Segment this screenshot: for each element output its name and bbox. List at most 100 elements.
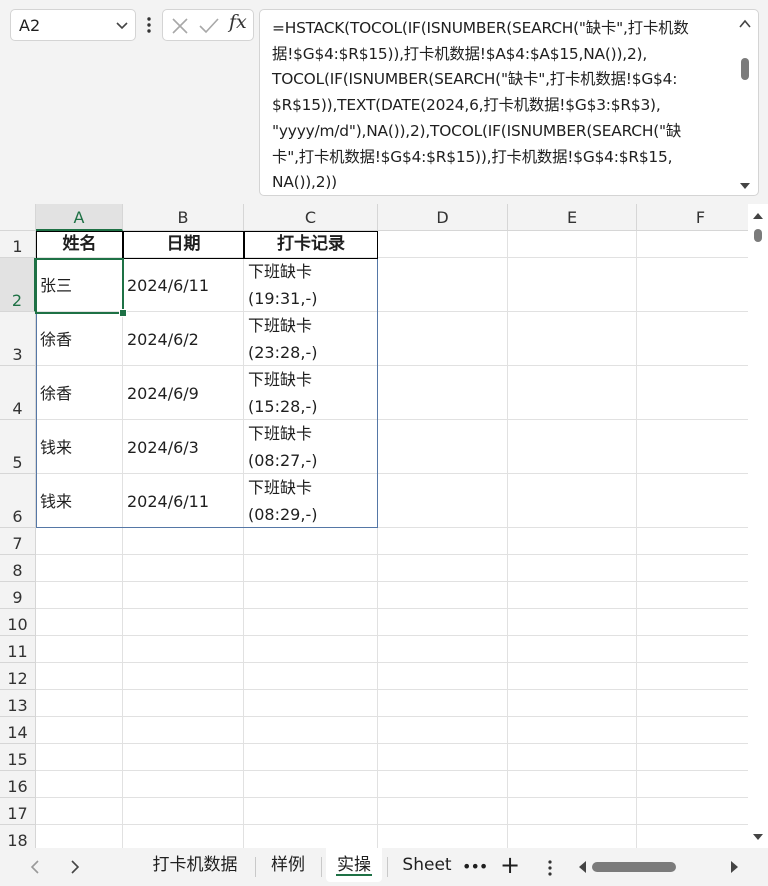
column-header-f[interactable]: F [637,204,765,231]
vertical-scrollbar[interactable] [748,204,768,848]
row-header-5[interactable]: 5 [0,420,36,474]
select-all-corner[interactable] [0,204,36,231]
scroll-left-icon[interactable] [577,860,587,874]
scroll-right-icon[interactable] [730,860,740,874]
header-separator [122,231,124,259]
gridline [36,743,748,744]
horizontal-scrollbar-thumb[interactable] [592,862,676,872]
cell-c2[interactable]: 下班缺卡 (19:31,-) [244,258,378,312]
row-header-6[interactable]: 6 [0,474,36,528]
previous-sheet-icon[interactable] [30,859,40,875]
sheet-tab-data[interactable]: 打卡机数据 [140,848,250,882]
gridline [36,608,748,609]
formula-line: "yyyy/m/d"),NA()),2),TOCOL(IF(ISNUMBER(S… [272,121,682,140]
gridline [36,662,748,663]
row-header-16[interactable]: 16 [0,771,36,798]
cell-b5[interactable]: 2024/6/3 [123,420,244,474]
cell-b2[interactable]: 2024/6/11 [123,258,244,312]
row-header-2[interactable]: 2 [0,258,36,312]
formula-action-buttons: fx [162,9,254,41]
gridline [636,231,637,848]
scroll-up-icon[interactable] [752,211,764,221]
tab-divider [387,857,388,877]
gridline [36,635,748,636]
scroll-down-icon[interactable] [739,181,751,191]
vertical-scrollbar-thumb[interactable] [754,229,762,242]
cell-a2[interactable]: 张三 [36,258,123,312]
row-header-11[interactable]: 11 [0,636,36,663]
cell-b6[interactable]: 2024/6/11 [123,474,244,528]
column-header-c[interactable]: C [244,204,378,231]
formula-scrollbar-thumb[interactable] [741,58,749,80]
more-sheets-button[interactable]: ••• [462,857,488,876]
gridline [36,716,748,717]
formula-input[interactable]: =HSTACK(TOCOL(IF(ISNUMBER(SEARCH("缺卡",打卡… [259,9,759,196]
scroll-down-icon[interactable] [752,832,764,842]
formula-text[interactable]: =HSTACK(TOCOL(IF(ISNUMBER(SEARCH("缺卡",打卡… [272,16,724,196]
gridline [507,231,508,848]
row-header-10[interactable]: 10 [0,609,36,636]
cell-c3[interactable]: 下班缺卡 (23:28,-) [244,312,378,366]
cell-a4[interactable]: 徐香 [36,366,123,420]
formula-bar-area: A2 fx =HSTACK(TOCOL(IF(ISNUMBER(SEARCH("… [0,0,768,204]
formula-line: $R$15)),TEXT(DATE(2024,6,打卡机数据!$G$3:$R$3… [272,96,661,115]
sheet-tab-example[interactable]: 样例 [260,848,316,882]
cell-c4[interactable]: 下班缺卡 (15:28,-) [244,366,378,420]
formula-line: NA()),2)) [272,173,337,192]
confirm-check-icon[interactable] [199,17,219,35]
formula-line: TOCOL(IF(ISNUMBER(SEARCH("缺卡",打卡机数据!$G$4… [272,70,678,89]
next-sheet-icon[interactable] [70,859,80,875]
row-header-4[interactable]: 4 [0,366,36,420]
tab-divider [321,857,322,877]
chevron-down-icon[interactable] [115,17,129,33]
formula-line: =HSTACK(TOCOL(IF(ISNUMBER(SEARCH("缺卡",打卡… [272,19,689,37]
name-box[interactable]: A2 [10,9,136,41]
more-vertical-icon[interactable] [546,858,554,878]
more-vertical-icon[interactable] [143,13,155,37]
cell-b1[interactable]: 日期 [123,231,244,258]
cell-c5[interactable]: 下班缺卡 (08:27,-) [244,420,378,474]
cell-a3[interactable]: 徐香 [36,312,123,366]
row-header-3[interactable]: 3 [0,312,36,366]
gridline [36,797,748,798]
header-separator [243,231,245,259]
name-box-value: A2 [19,16,41,35]
active-tab-indicator [336,874,372,876]
cell-b3[interactable]: 2024/6/2 [123,312,244,366]
gridline [36,554,748,555]
column-header-b[interactable]: B [123,204,244,231]
gridline [36,689,748,690]
insert-function-icon[interactable]: fx [229,11,247,33]
row-header-15[interactable]: 15 [0,744,36,771]
add-sheet-button[interactable]: + [500,852,520,878]
row-header-9[interactable]: 9 [0,582,36,609]
row-header-8[interactable]: 8 [0,555,36,582]
cell-c1[interactable]: 打卡记录 [244,231,378,258]
row-header-13[interactable]: 13 [0,690,36,717]
sheet-tab-practice[interactable]: 实操 [326,848,382,882]
sheet-tab-label: 实操 [337,855,371,875]
sheet-tab-sheet[interactable]: Sheet [395,848,459,882]
row-header-14[interactable]: 14 [0,717,36,744]
row-header-18[interactable]: 18 [0,825,36,848]
scroll-up-icon[interactable] [739,19,751,29]
row-header-12[interactable]: 12 [0,663,36,690]
column-header-d[interactable]: D [378,204,508,231]
formula-line: 卡",打卡机数据!$G$4:$R$15)),打卡机数据!$G$4:$R$15, [272,147,673,166]
sheet-tab-bar: 打卡机数据 样例 实操 Sheet ••• + [0,848,768,886]
gridline [36,770,748,771]
gridline [36,824,748,825]
cell-a6[interactable]: 钱来 [36,474,123,528]
cell-b4[interactable]: 2024/6/9 [123,366,244,420]
spreadsheet-grid[interactable]: ABCDEF 1 2 3 4 5 6 7 8 9 10 11 12 13 14 15 16 17 18 姓名 日期打… [0,204,768,848]
row-header-17[interactable]: 17 [0,798,36,825]
row-header-1[interactable]: 1 [0,231,36,258]
row-header-7[interactable]: 7 [0,528,36,555]
cell-a5[interactable]: 钱来 [36,420,123,474]
cancel-icon[interactable] [171,17,189,35]
fill-handle[interactable] [119,309,127,317]
cell-a1[interactable]: 姓名 [36,231,123,258]
column-header-a[interactable]: A [36,204,123,231]
column-header-e[interactable]: E [508,204,637,231]
cell-c6[interactable]: 下班缺卡 (08:29,-) [244,474,378,528]
